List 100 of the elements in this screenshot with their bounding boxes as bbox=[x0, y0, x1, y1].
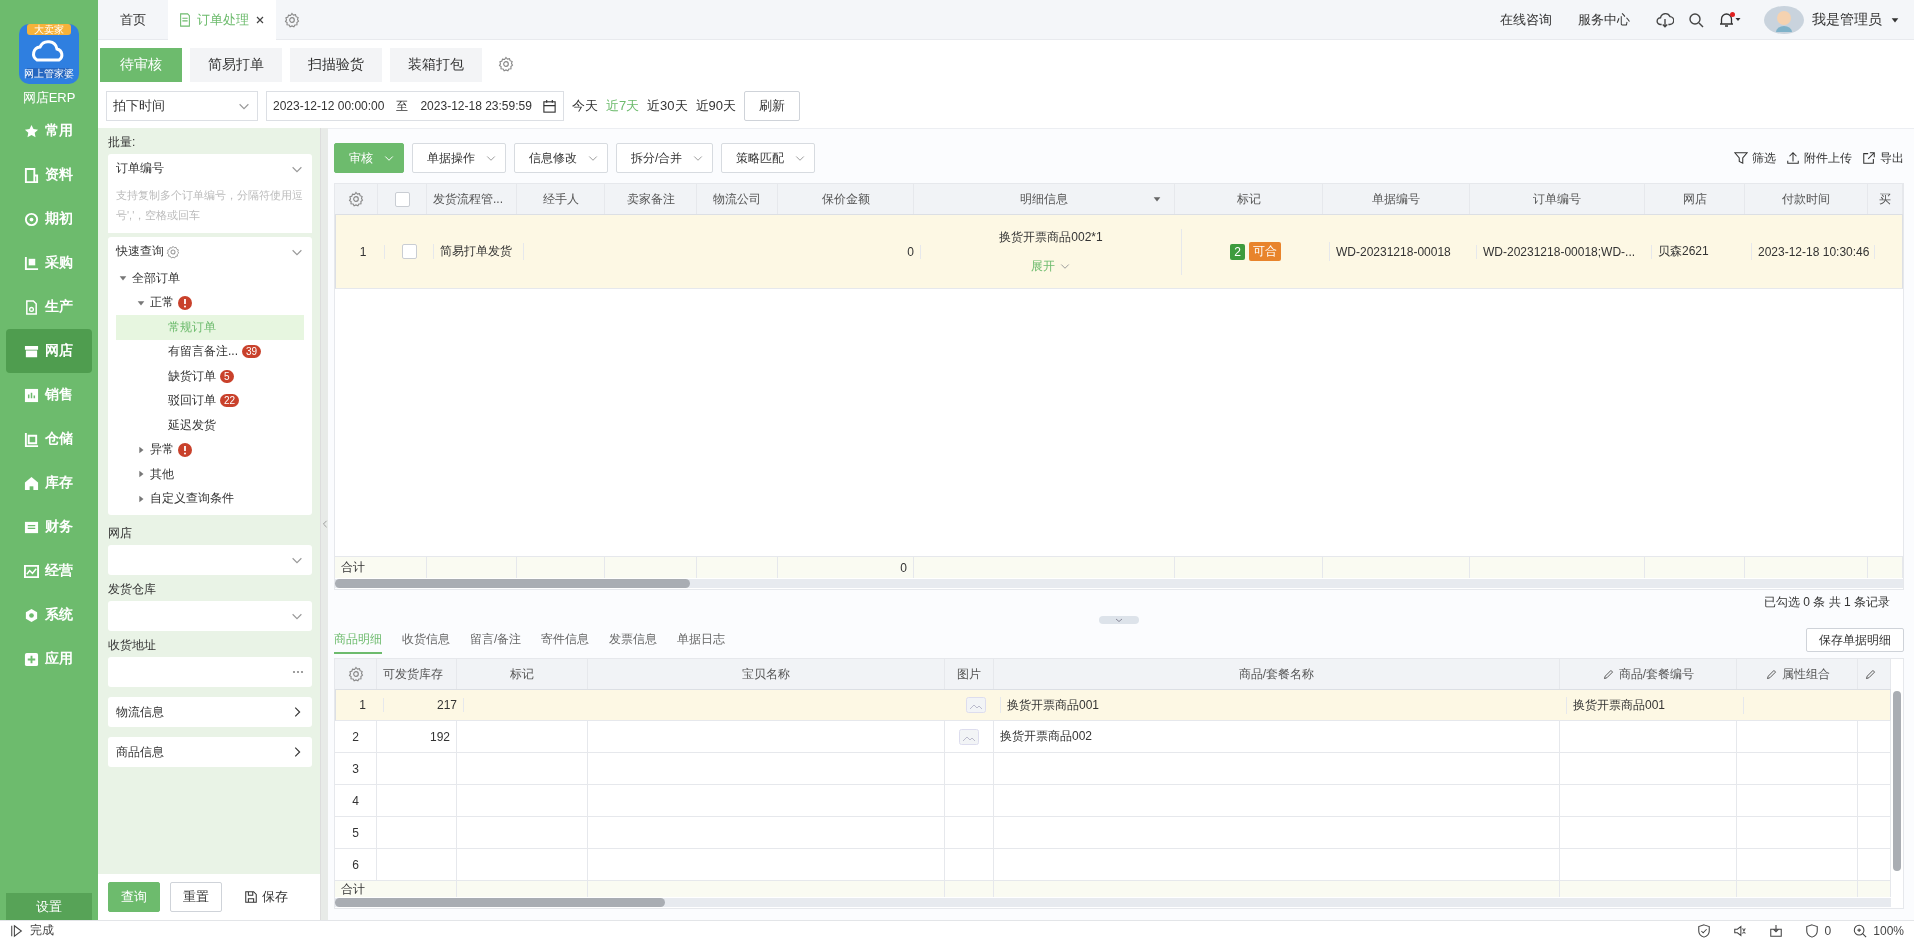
search-icon[interactable] bbox=[1688, 11, 1704, 28]
row-checkbox[interactable] bbox=[401, 244, 417, 259]
record-summary: 已勾选 0 条 共 1 条记录 bbox=[1763, 593, 1890, 611]
dropdown-field[interactable] bbox=[108, 545, 312, 575]
reset-button[interactable]: 重置 bbox=[170, 882, 222, 912]
refresh-button[interactable]: 刷新 bbox=[744, 91, 801, 121]
detail-tab[interactable]: 发票信息 bbox=[609, 626, 658, 654]
detail-tab[interactable]: 收货信息 bbox=[402, 626, 450, 654]
vertical-scrollbar[interactable] bbox=[1893, 691, 1901, 871]
detail-tab[interactable]: 单据日志 bbox=[677, 626, 726, 654]
dropdown-field[interactable] bbox=[108, 601, 312, 631]
hexagon-icon bbox=[24, 607, 39, 623]
column-settings-icon[interactable] bbox=[347, 666, 364, 682]
save-button[interactable]: 保存 bbox=[232, 882, 300, 912]
tree-item[interactable]: 异常 bbox=[108, 437, 312, 462]
tree-item[interactable]: 有留言备注... 39 bbox=[108, 339, 312, 364]
mark-tag: 可合 bbox=[1248, 242, 1281, 261]
header-link[interactable]: 在线咨询 bbox=[1500, 10, 1552, 29]
dropdown-button[interactable]: 拆分/合并 bbox=[616, 143, 714, 173]
table-row[interactable]: 1 简易打单发货 0 换货开票商品002*1 展开 2 可合 WD-20231218-00018 WD-20231218-00018;WD-... 贝森2621 2023-12-18 10:30:46 bbox=[335, 214, 1903, 289]
notification-bell-icon[interactable] bbox=[1718, 11, 1742, 28]
tree-item[interactable]: 自定义查询条件 bbox=[108, 486, 312, 511]
zoom-level[interactable]: 100% bbox=[1873, 923, 1904, 938]
dropdown-button[interactable]: 信息修改 bbox=[514, 143, 608, 173]
store-icon bbox=[24, 343, 39, 359]
user-name[interactable]: 我是管理员 bbox=[1812, 10, 1882, 29]
table-row[interactable]: 3 bbox=[335, 753, 1891, 785]
collapsed-arrow-icon[interactable] bbox=[136, 469, 146, 480]
date-range-field[interactable]: 2023-12-12 00:00:00 至 2023-12-18 23:59:59 bbox=[266, 91, 564, 121]
chart-icon bbox=[24, 255, 39, 271]
date-preset-link[interactable]: 近30天 bbox=[647, 97, 688, 115]
table-cell: 192 bbox=[429, 729, 450, 744]
batch-field-dropdown[interactable]: 订单编号 bbox=[108, 154, 312, 183]
tree-item[interactable]: 驳回订单 22 bbox=[108, 388, 312, 413]
badge-icon[interactable] bbox=[1804, 923, 1819, 938]
logo-text: 大卖家 bbox=[34, 24, 64, 35]
header-link[interactable]: 服务中心 bbox=[1578, 10, 1630, 29]
row-number: 1 bbox=[342, 244, 385, 259]
select-all-checkbox[interactable] bbox=[394, 191, 410, 207]
collapsed-arrow-icon[interactable] bbox=[136, 493, 146, 504]
module-tab[interactable]: 简易打单 bbox=[190, 48, 282, 82]
count-badge: 22 bbox=[220, 394, 240, 408]
settings-icon[interactable] bbox=[166, 244, 180, 259]
table-cell: 简易打单发货 bbox=[440, 243, 512, 260]
input-field[interactable] bbox=[108, 657, 312, 687]
upload-icon bbox=[1786, 151, 1800, 165]
dropdown-button[interactable]: 策略匹配 bbox=[721, 143, 816, 173]
tree-item[interactable]: 缺货订单 5 bbox=[108, 364, 312, 389]
table-row[interactable]: 1 217 换货开票商品001 换货开票商品001 bbox=[335, 689, 1891, 721]
toolbar-link[interactable]: 导出 bbox=[1862, 149, 1904, 167]
settings-icon[interactable] bbox=[498, 56, 514, 72]
table-cell: 换货开票商品001 bbox=[1007, 696, 1100, 714]
collapsed-arrow-icon[interactable] bbox=[136, 444, 146, 455]
cloud-download-icon[interactable] bbox=[1656, 10, 1674, 29]
module-tab[interactable]: 扫描验货 bbox=[290, 48, 382, 82]
bar-chart-icon bbox=[24, 387, 39, 403]
section-link[interactable]: 商品信息 bbox=[108, 737, 312, 767]
horizontal-scrollbar[interactable] bbox=[335, 579, 1903, 588]
zoom-icon[interactable] bbox=[1853, 923, 1868, 938]
module-tab[interactable]: 装箱打包 bbox=[390, 48, 482, 82]
table-cell: WD-20231218-00018 bbox=[1336, 244, 1451, 259]
date-preset-link[interactable]: 近90天 bbox=[695, 97, 737, 115]
save-details-button[interactable]: 保存单据明细 bbox=[1806, 628, 1904, 652]
page-tab[interactable]: 首页 bbox=[98, 0, 168, 40]
table-row[interactable]: 5 bbox=[335, 817, 1891, 849]
settings-icon[interactable] bbox=[284, 11, 300, 28]
table-cell: 217 bbox=[436, 698, 457, 712]
time-type-dropdown[interactable]: 拍下时间 bbox=[106, 91, 258, 121]
avatar-icon bbox=[1764, 5, 1804, 34]
tree-item[interactable]: 正常 bbox=[108, 290, 312, 315]
column-settings-icon[interactable] bbox=[348, 191, 364, 207]
table-row[interactable]: 2 192 换货开票商品002 bbox=[335, 721, 1891, 753]
app-logo bbox=[19, 24, 79, 84]
document-icon bbox=[24, 299, 39, 315]
count-badge: 5 bbox=[220, 369, 234, 383]
calendar-icon bbox=[541, 98, 557, 114]
panel-collapse-handle[interactable] bbox=[320, 128, 328, 920]
table-cell: 贝森2621 bbox=[1658, 243, 1709, 260]
wallet-icon bbox=[24, 519, 39, 535]
section-title: 快速查询 bbox=[116, 243, 164, 260]
speaker-icon[interactable] bbox=[1732, 923, 1747, 938]
detail-tab[interactable]: 留言/备注 bbox=[470, 626, 522, 654]
house-icon bbox=[24, 475, 39, 491]
shield-icon[interactable] bbox=[1696, 923, 1711, 938]
table-row[interactable]: 4 bbox=[335, 785, 1891, 817]
horizontal-scrollbar[interactable] bbox=[335, 898, 1891, 907]
dropdown-button[interactable]: 单据操作 bbox=[412, 143, 506, 173]
tree-item[interactable]: 其他 bbox=[108, 462, 312, 487]
toolbar-link[interactable]: 筛选 bbox=[1734, 149, 1776, 167]
date-preset-link[interactable]: 今天 bbox=[571, 97, 598, 115]
chevron-left-icon bbox=[320, 518, 329, 530]
shelf-icon bbox=[24, 431, 39, 447]
download-box-icon[interactable] bbox=[1768, 923, 1783, 938]
toolbar-link[interactable]: 附件上传 bbox=[1786, 149, 1852, 167]
detail-tab[interactable]: 寄件信息 bbox=[541, 626, 590, 654]
row-number: 5 bbox=[335, 817, 377, 848]
section-link[interactable]: 物流信息 bbox=[108, 697, 312, 727]
mark-tag: 2 bbox=[1230, 243, 1245, 260]
tree-item[interactable]: 全部订单 bbox=[108, 266, 312, 291]
tree-item[interactable]: 延迟发货 bbox=[108, 413, 312, 438]
